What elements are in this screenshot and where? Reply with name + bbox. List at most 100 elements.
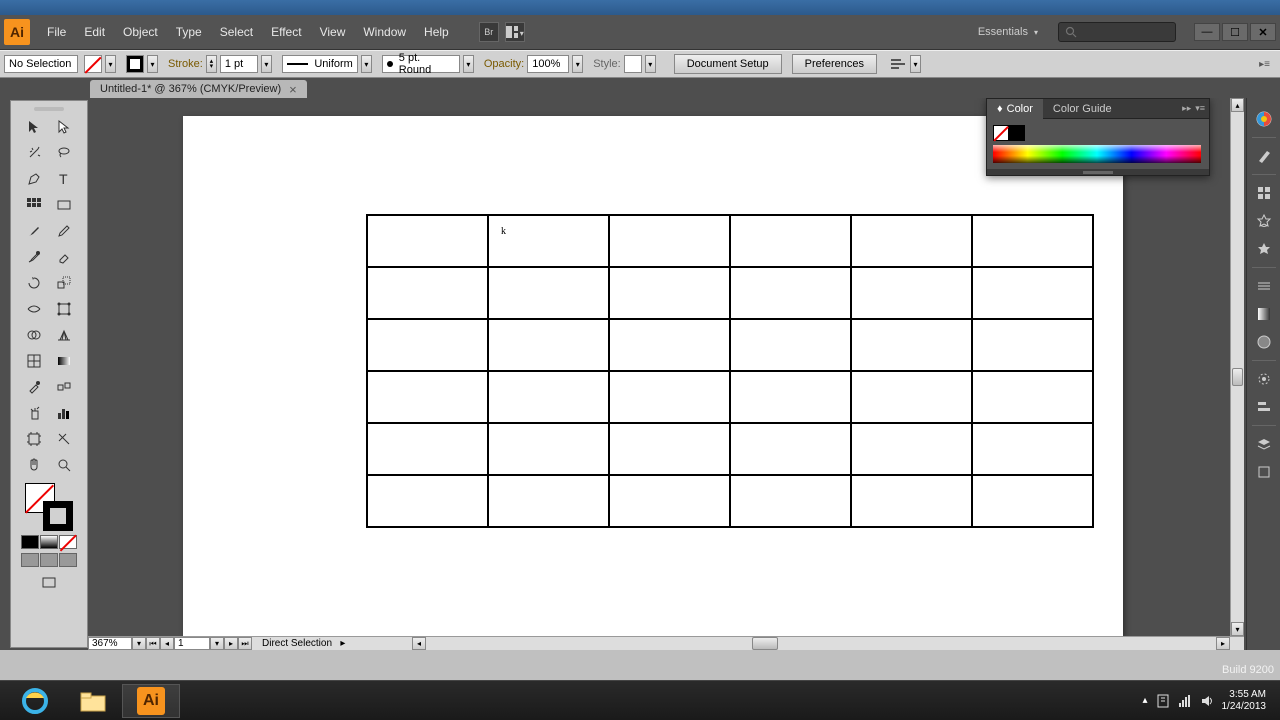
fill-stroke-control[interactable] <box>25 483 73 531</box>
shape-builder-tool[interactable] <box>20 323 48 347</box>
scroll-thumb-v[interactable] <box>1232 368 1243 386</box>
menu-effect[interactable]: Effect <box>262 21 310 43</box>
gradient-mode[interactable] <box>40 535 58 549</box>
taskbar-ie[interactable] <box>6 684 64 718</box>
scroll-right-icon[interactable]: ▸ <box>1216 637 1230 650</box>
fill-dropdown[interactable]: ▾ <box>105 55 116 73</box>
gradient-tool[interactable] <box>50 349 78 373</box>
scale-tool[interactable] <box>50 271 78 295</box>
stroke-weight-dropdown[interactable]: ▾ <box>261 55 272 73</box>
align-icon[interactable] <box>889 56 907 72</box>
swatches-panel-icon[interactable] <box>1251 143 1277 169</box>
menu-type[interactable]: Type <box>167 21 211 43</box>
scroll-up-icon[interactable]: ▴ <box>1231 98 1244 112</box>
tray-chevron-icon[interactable]: ▴ <box>1142 695 1147 706</box>
color-stroke-swatch[interactable] <box>1009 125 1025 141</box>
artboard-tool[interactable] <box>20 427 48 451</box>
scroll-down-icon[interactable]: ▾ <box>1231 622 1244 636</box>
menu-view[interactable]: View <box>311 21 355 43</box>
panel-grip[interactable] <box>34 107 64 111</box>
align-dropdown[interactable]: ▾ <box>910 55 921 73</box>
stroke-weight-input[interactable]: 1 pt <box>220 55 258 73</box>
screen-mode[interactable] <box>35 571 63 595</box>
zoom-input[interactable]: 367% <box>88 637 132 650</box>
preferences-button[interactable]: Preferences <box>792 54 877 74</box>
menu-help[interactable]: Help <box>415 21 458 43</box>
arrange-docs-icon[interactable] <box>505 22 525 42</box>
minimize-button[interactable]: — <box>1194 23 1220 41</box>
stroke-swatch[interactable] <box>126 55 144 73</box>
next-page-icon[interactable]: ▸ <box>224 637 238 650</box>
type-tool[interactable]: T <box>50 167 78 191</box>
hand-tool[interactable] <box>20 453 48 477</box>
page-input[interactable]: 1 <box>174 637 210 650</box>
layers-panel-icon[interactable] <box>1251 431 1277 457</box>
close-button[interactable]: ✕ <box>1250 23 1276 41</box>
zoom-dropdown[interactable]: ▾ <box>132 637 146 650</box>
menu-window[interactable]: Window <box>354 21 415 43</box>
color-tab[interactable]: ♦ Color <box>987 99 1043 119</box>
draw-normal[interactable] <box>21 553 39 567</box>
menu-object[interactable]: Object <box>114 21 167 43</box>
eraser-tool[interactable] <box>50 245 78 269</box>
style-swatch[interactable] <box>624 55 642 73</box>
taskbar-illustrator[interactable]: Ai <box>122 684 180 718</box>
magic-wand-tool[interactable] <box>20 141 48 165</box>
opacity-dropdown[interactable]: ▾ <box>572 55 583 73</box>
horizontal-scrollbar[interactable]: ◂ ▸ <box>412 637 1230 650</box>
appearance-panel-icon[interactable] <box>1251 329 1277 355</box>
opacity-input[interactable]: 100% <box>527 55 569 73</box>
first-page-icon[interactable]: ⏮ <box>146 637 160 650</box>
stroke-profile-dropdown[interactable]: ▾ <box>361 55 372 73</box>
draw-behind[interactable] <box>40 553 58 567</box>
panel-resize-grip[interactable] <box>987 169 1209 175</box>
column-graph-tool[interactable] <box>50 401 78 425</box>
close-tab-icon[interactable]: × <box>289 82 297 97</box>
color-mode[interactable] <box>21 535 39 549</box>
pencil-tool[interactable] <box>50 219 78 243</box>
selection-tool[interactable] <box>20 115 48 139</box>
color-spectrum[interactable] <box>993 145 1201 163</box>
controlbar-menu-icon[interactable]: ▸≡ <box>1253 59 1276 70</box>
line-segment-tool[interactable] <box>20 193 48 217</box>
panel-menu-icon[interactable]: ▾≡ <box>1195 103 1205 114</box>
menu-edit[interactable]: Edit <box>75 21 114 43</box>
search-input[interactable] <box>1058 22 1176 42</box>
stroke-color[interactable] <box>43 501 73 531</box>
mesh-tool[interactable] <box>20 349 48 373</box>
direct-selection-tool[interactable] <box>50 115 78 139</box>
eyedropper-tool[interactable] <box>20 375 48 399</box>
brushes-panel-icon[interactable] <box>1251 180 1277 206</box>
blend-tool[interactable] <box>50 375 78 399</box>
color-guide-tab[interactable]: Color Guide <box>1043 99 1122 119</box>
scroll-thumb-h[interactable] <box>752 637 778 650</box>
bridge-icon[interactable]: Br <box>479 22 499 42</box>
draw-inside[interactable] <box>59 553 77 567</box>
menu-select[interactable]: Select <box>211 21 262 43</box>
stroke-panel-icon[interactable] <box>1251 236 1277 262</box>
none-mode[interactable] <box>59 535 77 549</box>
stroke-dropdown[interactable]: ▾ <box>147 55 158 73</box>
document-setup-button[interactable]: Document Setup <box>674 54 782 74</box>
artboards-panel-icon[interactable] <box>1251 459 1277 485</box>
blob-brush-tool[interactable] <box>20 245 48 269</box>
symbols-panel-icon[interactable] <box>1251 208 1277 234</box>
page-dropdown[interactable]: ▾ <box>210 637 224 650</box>
pen-tool[interactable] <box>20 167 48 191</box>
taskbar-explorer[interactable] <box>64 684 122 718</box>
menu-file[interactable]: File <box>38 21 75 43</box>
collapse-panel-icon[interactable]: ▸▸ <box>1182 103 1191 114</box>
volume-icon[interactable] <box>1200 694 1214 708</box>
gradient-panel-icon[interactable] <box>1251 273 1277 299</box>
align-panel-icon[interactable] <box>1251 394 1277 420</box>
width-tool[interactable] <box>20 297 48 321</box>
free-transform-tool[interactable] <box>50 297 78 321</box>
rotate-tool[interactable] <box>20 271 48 295</box>
network-icon[interactable] <box>1178 694 1192 708</box>
last-page-icon[interactable]: ⏭ <box>238 637 252 650</box>
color-panel-icon[interactable] <box>1251 106 1277 132</box>
perspective-grid-tool[interactable] <box>50 323 78 347</box>
paintbrush-tool[interactable] <box>20 219 48 243</box>
symbol-sprayer-tool[interactable] <box>20 401 48 425</box>
transparency-panel-icon[interactable] <box>1251 301 1277 327</box>
